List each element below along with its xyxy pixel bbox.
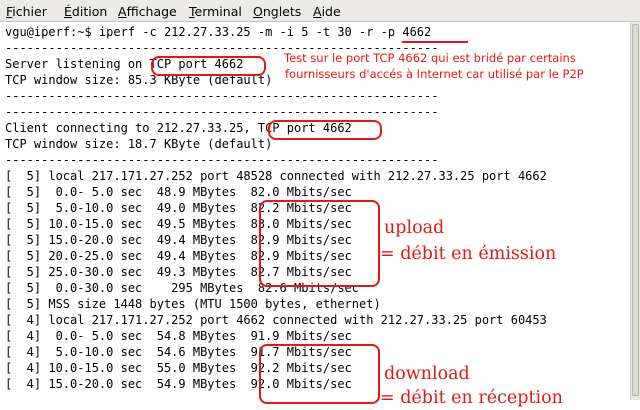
port-option-underline — [402, 41, 468, 43]
menu-affichage-mnemonic: A — [118, 4, 127, 19]
menu-aide-mnemonic: A — [313, 4, 322, 19]
terminal-line-mss: [ 5] MSS size 1448 bytes (MTU 1500 bytes… — [5, 297, 381, 311]
download-rates-highlight — [259, 344, 380, 404]
terminal-line-separator: ----------------------------------------… — [5, 105, 439, 119]
menu-edition[interactable]: Édition — [64, 4, 107, 19]
upload-rates-highlight — [259, 200, 380, 287]
menu-fichier-label: ichier — [12, 4, 47, 19]
menu-terminal[interactable]: Terminal — [189, 4, 242, 19]
menu-edition-label: dition — [71, 4, 108, 19]
menu-edition-mnemonic: É — [64, 4, 72, 19]
menu-affichage-label: ffichage — [126, 4, 177, 19]
terminal-line-interval: [ 5] 0.0- 5.0 sec 48.9 MBytes 82.0 Mbits… — [5, 185, 352, 199]
server-port-highlight — [151, 56, 266, 76]
upload-description: = débit en émission — [380, 244, 557, 264]
menu-onglets-mnemonic: O — [253, 4, 263, 19]
download-description: = débit en réception — [380, 388, 563, 408]
port-note-line1: Test sur le port TCP 4662 qui est bridé … — [284, 51, 576, 65]
terminal-scrollbar[interactable] — [630, 22, 640, 400]
menu-aide-label: ide — [321, 4, 341, 19]
menu-bar: Fichier Édition Affichage Terminal Ongle… — [0, 0, 640, 22]
terminal-line-connection-download: [ 4] local 217.171.27.252 port 4662 conn… — [5, 313, 547, 327]
terminal-line-client-window: TCP window size: 18.7 KByte (default) — [5, 137, 273, 151]
terminal-line-separator: ----------------------------------------… — [5, 89, 439, 103]
menu-fichier[interactable]: Fichier — [6, 4, 47, 19]
menu-terminal-label: erminal — [194, 4, 242, 19]
terminal-line-separator: ----------------------------------------… — [5, 153, 439, 167]
scrollbar-thumb[interactable] — [632, 24, 639, 396]
upload-label: upload — [384, 218, 445, 238]
menu-onglets[interactable]: Onglets — [253, 4, 301, 19]
port-note-line2: fournisseurs d'accés à Internet car util… — [285, 67, 584, 81]
terminal-line-connection-upload: [ 5] local 217.171.27.252 port 48528 con… — [5, 169, 547, 183]
menu-affichage[interactable]: Affichage — [118, 4, 177, 19]
terminal-line-interval: [ 4] 0.0- 5.0 sec 54.8 MBytes 91.9 Mbits… — [5, 329, 352, 343]
terminal-line-command: vgu@iperf:~$ iperf -c 212.27.33.25 -m -i… — [5, 25, 432, 39]
menu-onglets-label: nglets — [262, 4, 302, 19]
download-label: download — [384, 364, 470, 384]
client-port-highlight — [268, 120, 382, 140]
menu-aide[interactable]: Aide — [313, 4, 341, 19]
